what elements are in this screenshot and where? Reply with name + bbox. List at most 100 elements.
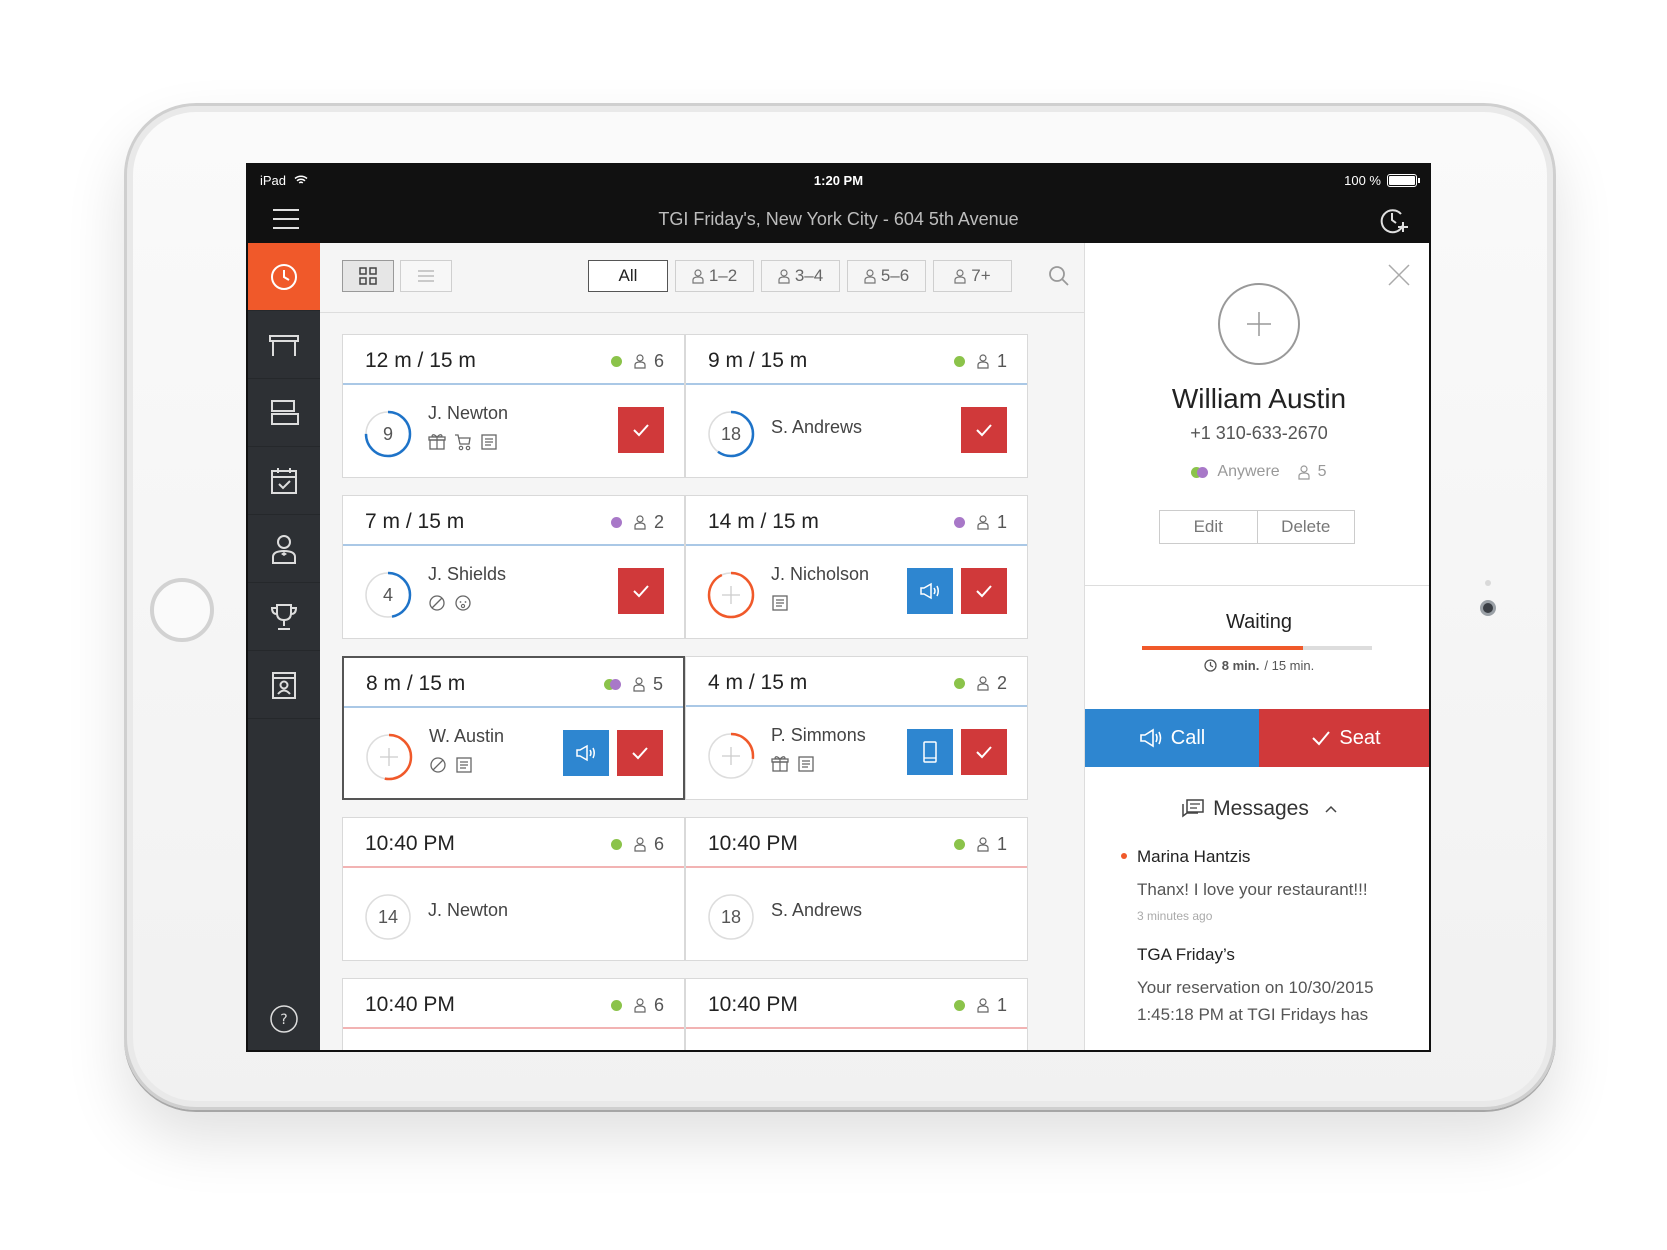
seat-action-button[interactable] bbox=[618, 407, 664, 453]
person-icon bbox=[977, 837, 989, 852]
note-icon bbox=[480, 433, 498, 456]
sidebar-item-floor[interactable] bbox=[248, 379, 320, 447]
sidebar-item-staff[interactable] bbox=[248, 515, 320, 583]
waitlist-card[interactable]: 7 m / 15 m 2 4 J. Shields bbox=[342, 495, 685, 639]
table-number: 4 bbox=[383, 585, 393, 605]
area-dots bbox=[1191, 466, 1209, 478]
sidebar-item-rewards[interactable] bbox=[248, 583, 320, 651]
search-icon[interactable] bbox=[1048, 265, 1070, 287]
card-header: 9 m / 15 m 1 bbox=[686, 335, 1027, 385]
guest-name: William Austin bbox=[1171, 383, 1347, 414]
sidebar-item-guests[interactable] bbox=[248, 651, 320, 719]
sidebar-item-waitlist[interactable] bbox=[248, 243, 320, 311]
person-icon bbox=[778, 268, 790, 284]
call-action-button[interactable] bbox=[907, 568, 953, 614]
wait-ring: 18 bbox=[708, 894, 754, 940]
area-dot bbox=[953, 517, 965, 528]
message-text: Thanx! I love your restaurant!!! bbox=[1137, 880, 1368, 899]
card-header: 10:40 PM 1 bbox=[686, 818, 1027, 868]
seat-action-button[interactable] bbox=[961, 729, 1007, 775]
seat-button[interactable]: Seat bbox=[1259, 709, 1429, 767]
card-meta: 6 bbox=[610, 351, 664, 372]
text-action-button[interactable] bbox=[907, 729, 953, 775]
guest-meta: Anywere 5 bbox=[1085, 463, 1429, 481]
waitlist-card[interactable]: 4 m / 15 m 2 P. Simmons bbox=[685, 656, 1028, 800]
layout-icon bbox=[271, 399, 299, 425]
wait-ring bbox=[707, 732, 755, 780]
baby-icon bbox=[454, 594, 472, 617]
call-action-button[interactable] bbox=[563, 730, 609, 776]
person-icon bbox=[692, 268, 704, 284]
wait-time: 10:40 PM bbox=[708, 832, 798, 855]
party-size: 1 bbox=[996, 512, 1007, 532]
table-number: 18 bbox=[721, 907, 741, 927]
person-icon bbox=[977, 515, 989, 530]
check-icon bbox=[632, 584, 650, 598]
message-time: 3 minutes ago bbox=[1137, 909, 1213, 923]
check-icon bbox=[632, 423, 650, 437]
gift-icon bbox=[771, 755, 789, 778]
wait-time: 12 m / 15 m bbox=[365, 349, 476, 372]
home-button[interactable] bbox=[150, 578, 214, 642]
guest-name: J. Newton bbox=[428, 403, 509, 423]
no-icon bbox=[429, 756, 447, 779]
party-size: 1 bbox=[996, 351, 1007, 371]
note-icon bbox=[797, 755, 815, 778]
person-icon bbox=[634, 837, 646, 852]
add-waitlist-clock-icon[interactable] bbox=[1379, 205, 1409, 235]
person-icon bbox=[954, 268, 966, 284]
waitlist-card[interactable]: 10:40 PM 6 14 J. Newton bbox=[342, 817, 685, 961]
list-view-button[interactable] bbox=[400, 260, 452, 292]
area-dot bbox=[953, 356, 965, 367]
card-header: 14 m / 15 m 1 bbox=[686, 496, 1027, 546]
party-size: 2 bbox=[653, 512, 664, 532]
seat-action-button[interactable] bbox=[617, 730, 663, 776]
seating-area: Anywere bbox=[1217, 463, 1280, 480]
waitlist-card[interactable]: 10:40 PM 6 bbox=[342, 978, 685, 1050]
filter-3-4[interactable]: 3–4 bbox=[761, 260, 840, 292]
waitlist-card[interactable]: 14 m / 15 m 1 J. Nicholson bbox=[685, 495, 1028, 639]
grid-view-button[interactable] bbox=[342, 260, 394, 292]
party-size: 6 bbox=[653, 995, 664, 1015]
wait-time: 14 m / 15 m bbox=[708, 510, 819, 533]
guest-tags bbox=[771, 594, 789, 617]
waitlist-card[interactable]: 10:40 PM 1 18 S. Andrews bbox=[685, 817, 1028, 961]
waitlist-card[interactable]: 10:40 PM 1 bbox=[685, 978, 1028, 1050]
waitlist-card[interactable]: 8 m / 15 m 5 W. Austin bbox=[342, 656, 685, 800]
delete-button[interactable]: Delete bbox=[1256, 511, 1355, 543]
message-item[interactable]: Marina Hantzis Thanx! I love your restau… bbox=[1121, 847, 1417, 923]
waitlist-card[interactable]: 12 m / 15 m 6 9 J. Newton bbox=[342, 334, 685, 478]
party-size: 1 bbox=[996, 995, 1007, 1015]
person-icon bbox=[634, 515, 646, 530]
close-icon[interactable] bbox=[1387, 263, 1411, 287]
check-icon bbox=[631, 746, 649, 760]
filter-all[interactable]: All bbox=[588, 260, 668, 292]
card-body: W. Austin bbox=[344, 708, 683, 802]
party-size: 5 bbox=[652, 674, 663, 694]
message-item[interactable]: TGA Friday’s Your reservation on 10/30/2… bbox=[1137, 945, 1417, 1028]
card-meta: 2 bbox=[610, 512, 664, 533]
card-meta: 1 bbox=[953, 351, 1007, 372]
seat-action-button[interactable] bbox=[961, 568, 1007, 614]
sidebar-item-reservations[interactable] bbox=[248, 447, 320, 515]
seat-action-button[interactable] bbox=[618, 568, 664, 614]
seat-action-button[interactable] bbox=[961, 407, 1007, 453]
filter-7-plus[interactable]: 7+ bbox=[933, 260, 1012, 292]
note-icon bbox=[455, 756, 473, 779]
sidebar-item-tables[interactable] bbox=[248, 311, 320, 379]
edit-button[interactable]: Edit bbox=[1160, 511, 1257, 543]
table-number: 14 bbox=[378, 907, 398, 927]
check-icon bbox=[1312, 731, 1331, 746]
help-button[interactable]: ? bbox=[248, 994, 320, 1044]
waitlist-card[interactable]: 9 m / 15 m 1 18 S. Andrews bbox=[685, 334, 1028, 478]
call-button[interactable]: Call bbox=[1085, 709, 1259, 767]
messages-toggle[interactable]: Messages bbox=[1085, 797, 1429, 821]
guest-tags bbox=[429, 756, 473, 779]
messages-icon bbox=[1182, 799, 1204, 818]
filter-5-6[interactable]: 5–6 bbox=[847, 260, 926, 292]
card-body: J. Nicholson bbox=[686, 546, 1027, 640]
add-photo-button[interactable] bbox=[1218, 283, 1300, 365]
filter-1-2[interactable]: 1–2 bbox=[675, 260, 754, 292]
wait-status: Waiting bbox=[1226, 611, 1292, 633]
person-icon bbox=[864, 268, 876, 284]
